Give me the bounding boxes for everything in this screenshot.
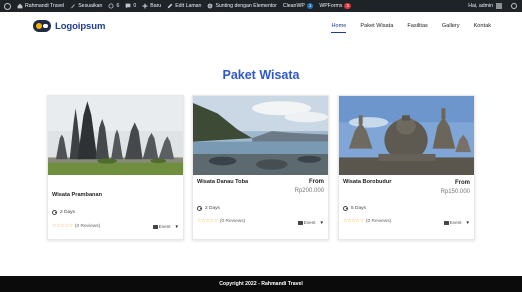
- new-label: Baru: [150, 3, 162, 9]
- site-name-label: Rahmandi Travel: [25, 3, 65, 9]
- nav-item-kontak[interactable]: Kontak: [474, 23, 491, 33]
- reviews-label: (0 Reviews): [219, 218, 246, 224]
- duration-label: 2 Days: [60, 210, 75, 215]
- avatar: [496, 3, 502, 9]
- wordpress-logo-icon[interactable]: [4, 2, 11, 10]
- logo-mark-icon: [33, 20, 51, 32]
- logo-text: Logoipsum: [55, 20, 106, 32]
- site-logo[interactable]: Logoipsum: [33, 20, 105, 32]
- folder-icon: [443, 220, 449, 225]
- main-nav: Home Paket Wisata Fasilitas Gallery Kont…: [317, 23, 491, 33]
- nav-item-paket-wisata[interactable]: Paket Wisata: [360, 23, 393, 33]
- tour-card-danau-toba[interactable]: Wisata Danau Toba From Rp200.000 2 Days …: [192, 95, 329, 240]
- price-from-label: From: [309, 179, 324, 185]
- elementor-icon: [208, 3, 213, 9]
- tour-card-prambanan[interactable]: Wisata Prambanan 2 Days ☆☆☆☆☆ (0 Reviews…: [47, 95, 184, 240]
- wpforms-label: WPForms: [319, 3, 343, 9]
- wp-admin-bar: Rahmandi Travel Sesuaikan 6 0 Baru Edit …: [0, 0, 522, 12]
- cleantalk-label: CleanWP: [282, 3, 305, 9]
- edit-page-label: Edit Laman: [175, 3, 202, 9]
- reviews-label: (0 Reviews): [74, 223, 101, 229]
- nav-item-fasilitas[interactable]: Fasilitas: [407, 23, 428, 33]
- comments-count: 0: [133, 3, 137, 9]
- admin-bar-customize[interactable]: Sesuaikan: [67, 0, 105, 12]
- elementor-label: Sunting dengan Elementor: [215, 3, 277, 9]
- card-title[interactable]: Wisata Borobudur: [343, 179, 391, 185]
- price-value: Rp200.000: [294, 188, 324, 194]
- star-rating-icon: ☆☆☆☆☆: [197, 218, 218, 224]
- card-reviews: ☆☆☆☆☆ (0 Reviews): [343, 218, 391, 224]
- copyright-text: Copyright 2022 - Rahmandi Travel: [219, 281, 303, 287]
- admin-bar-updates[interactable]: 6: [105, 0, 122, 12]
- site-header: Logoipsum Home Paket Wisata Fasilitas Ga…: [0, 12, 522, 42]
- updates-icon: [108, 3, 114, 9]
- price-value: Rp150.000: [440, 189, 470, 195]
- card-category[interactable]: Event ▼: [152, 224, 179, 229]
- card-category[interactable]: Event ▼: [297, 220, 324, 225]
- clock-icon: [343, 206, 348, 211]
- admin-bar-account[interactable]: Hai, admin: [465, 0, 505, 12]
- duration-label: 5 Days: [351, 206, 366, 211]
- updates-count: 6: [116, 3, 120, 9]
- chevron-down-icon: ▼: [174, 224, 179, 229]
- card-duration: 5 Days: [343, 206, 366, 211]
- search-icon[interactable]: [511, 3, 517, 9]
- folder-icon: [152, 224, 158, 229]
- reviews-label: (0 Reviews): [365, 218, 392, 224]
- section-title: Paket Wisata: [222, 68, 300, 82]
- price-from-label: From: [455, 180, 470, 186]
- category-label: Event: [449, 220, 462, 225]
- tour-card-borobudur[interactable]: Wisata Borobudur From Rp150.000 5 Days ☆…: [338, 95, 475, 240]
- card-title[interactable]: Wisata Prambanan: [52, 192, 102, 198]
- home-icon: [17, 3, 23, 9]
- category-label: Event: [158, 224, 171, 229]
- clock-icon: [197, 206, 202, 211]
- category-label: Event: [303, 220, 316, 225]
- card-reviews: ☆☆☆☆☆ (0 Reviews): [52, 223, 100, 229]
- comment-icon: [125, 3, 131, 9]
- admin-bar-comments[interactable]: 0: [122, 0, 139, 12]
- prambanan-temple-image[interactable]: [48, 96, 183, 175]
- nav-item-home[interactable]: Home: [331, 23, 347, 33]
- admin-bar-new[interactable]: Baru: [139, 0, 164, 12]
- admin-bar-site-name[interactable]: Rahmandi Travel: [14, 0, 67, 12]
- nav-item-gallery[interactable]: Gallery: [442, 23, 460, 33]
- chevron-down-icon: ▼: [465, 220, 470, 225]
- admin-bar-cleantalk[interactable]: CleanWP 1: [280, 0, 316, 12]
- brush-icon: [71, 4, 76, 9]
- wpforms-badge: 3: [344, 3, 351, 9]
- admin-bar-edit-page[interactable]: Edit Laman: [164, 0, 204, 12]
- pencil-icon: [167, 3, 173, 9]
- admin-bar-elementor[interactable]: Sunting dengan Elementor: [204, 0, 279, 12]
- customize-label: Sesuaikan: [78, 3, 103, 9]
- card-duration: 2 Days: [52, 210, 75, 215]
- lake-toba-image[interactable]: [193, 96, 328, 175]
- duration-label: 2 Days: [205, 206, 220, 211]
- star-rating-icon: ☆☆☆☆☆: [343, 218, 364, 224]
- greeting-label: Hai, admin: [468, 3, 493, 9]
- card-title[interactable]: Wisata Danau Toba: [197, 179, 248, 185]
- card-reviews: ☆☆☆☆☆ (0 Reviews): [197, 218, 245, 224]
- star-rating-icon: ☆☆☆☆☆: [52, 223, 73, 229]
- card-duration: 2 Days: [197, 206, 220, 211]
- card-category[interactable]: Event ▼: [443, 220, 470, 225]
- clock-icon: [52, 210, 57, 215]
- borobudur-stupa-image[interactable]: [339, 96, 474, 175]
- chevron-down-icon: ▼: [319, 220, 324, 225]
- folder-icon: [297, 220, 303, 225]
- cleantalk-badge: 1: [306, 3, 314, 9]
- admin-bar-wpforms[interactable]: WPForms 3: [316, 0, 354, 12]
- plus-icon: [142, 3, 148, 9]
- site-footer: Copyright 2022 - Rahmandi Travel: [0, 276, 522, 292]
